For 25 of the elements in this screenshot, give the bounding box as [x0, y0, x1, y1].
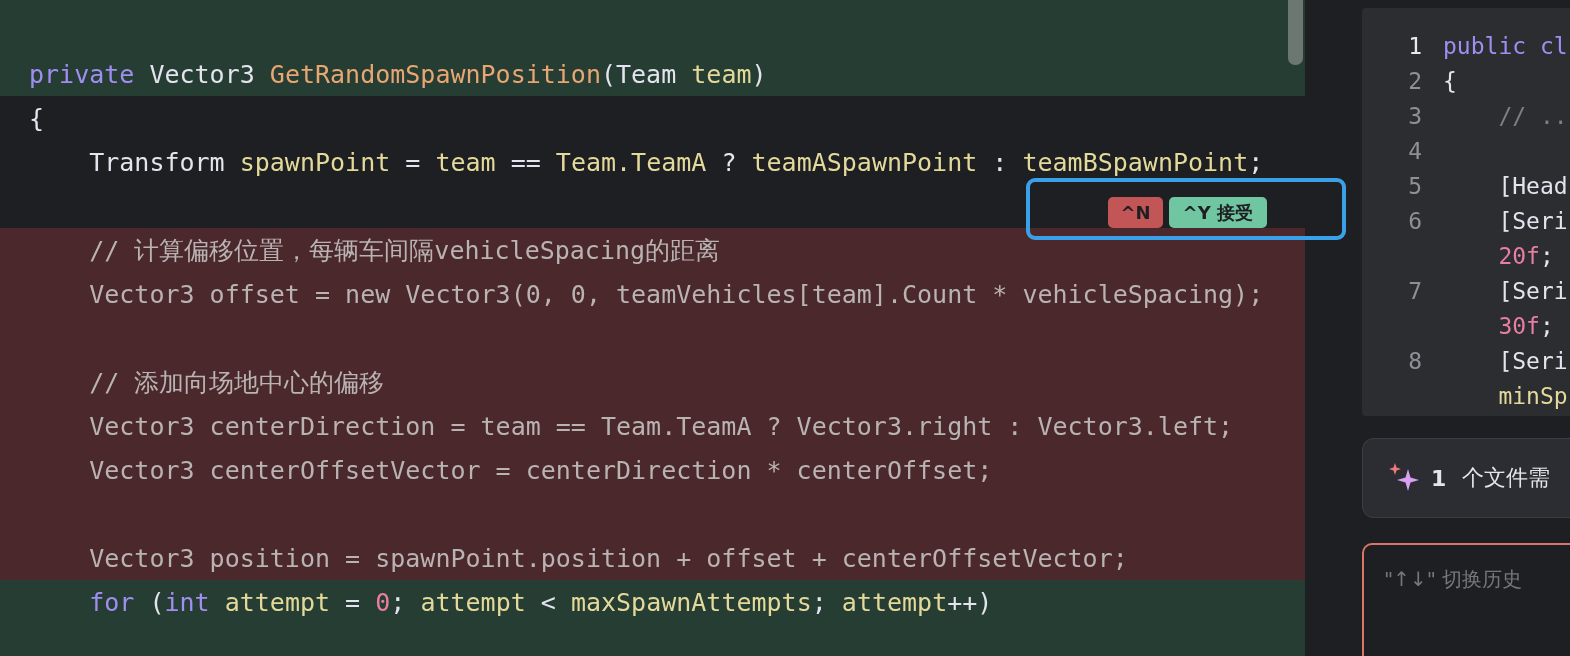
- code-line: minSp: [1497, 382, 1568, 409]
- code-line: {: [1443, 67, 1457, 94]
- code-line: 20f;: [1497, 242, 1554, 269]
- summary-text: 个文件需: [1462, 464, 1551, 492]
- line-number: 8: [1407, 347, 1422, 374]
- code-line: [Seri: [1497, 207, 1568, 234]
- line-number: 7: [1407, 277, 1422, 304]
- line-number: 3: [1407, 102, 1422, 129]
- code-line: [Head: [1497, 172, 1568, 199]
- accept-button[interactable]: ^Y 接受: [1168, 197, 1267, 228]
- line-number: 1: [1407, 32, 1422, 59]
- line-number: 4: [1407, 137, 1422, 164]
- code-line: [Seri: [1497, 277, 1568, 304]
- line-number: 2: [1407, 67, 1422, 94]
- file-count: 1: [1431, 465, 1447, 491]
- input-field[interactable]: "↑↓" 切换历史: [1384, 567, 1570, 591]
- line-number: 6: [1407, 207, 1422, 234]
- summary-card[interactable]: 1 个文件需: [1362, 438, 1570, 518]
- code-line: // ..: [1497, 102, 1568, 129]
- line-number: 5: [1407, 172, 1422, 199]
- scrollbar-thumb[interactable]: [1288, 0, 1303, 65]
- code-line: 30f;: [1497, 312, 1554, 339]
- code-line: [Seri: [1497, 347, 1568, 374]
- reject-button[interactable]: ^N: [1108, 197, 1163, 228]
- code-line: public cl: [1443, 32, 1568, 59]
